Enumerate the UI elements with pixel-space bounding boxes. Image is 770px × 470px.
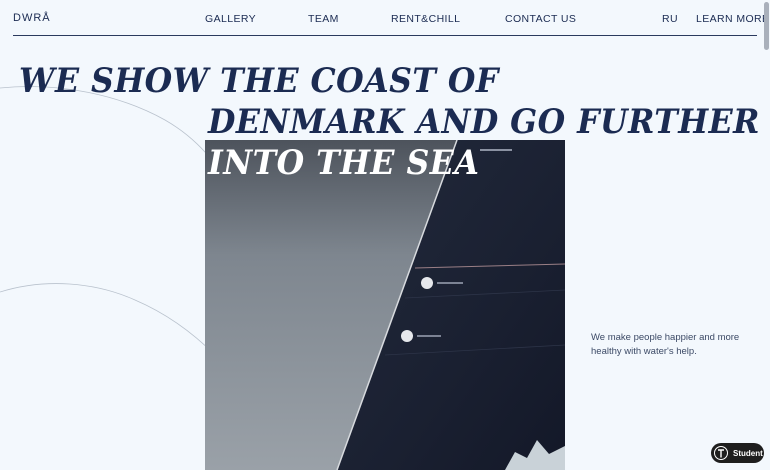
nav-contact-us-link[interactable]: CONTACT US bbox=[505, 13, 576, 25]
site-header: DWRÅ GALLERY TEAM RENT&CHILL CONTACT US … bbox=[0, 0, 770, 36]
learn-more-link[interactable]: LEARN MORE bbox=[696, 13, 769, 25]
hero-headline-line-3: INTO THE SEA bbox=[208, 143, 480, 183]
nav-rent-chill-link[interactable]: RENT&CHILL bbox=[391, 13, 460, 25]
nav-gallery-link[interactable]: GALLERY bbox=[205, 13, 256, 25]
student-badge-label: Student bbox=[733, 448, 763, 458]
hero-sail-photo bbox=[205, 140, 565, 470]
nav-team-link[interactable]: TEAM bbox=[308, 13, 339, 25]
page-scrollbar[interactable] bbox=[763, 0, 770, 470]
header-divider bbox=[13, 35, 757, 36]
language-switch-link[interactable]: RU bbox=[662, 13, 678, 25]
hero-headline-line-1: WE SHOW THE COAST OF bbox=[19, 61, 499, 101]
scrollbar-thumb[interactable] bbox=[764, 2, 769, 50]
tumblr-t-icon bbox=[714, 446, 728, 460]
hero-headline-line-2: DENMARK AND GO FURTHER bbox=[208, 102, 760, 142]
student-badge-button[interactable]: Student bbox=[711, 443, 764, 463]
site-logo[interactable]: DWRÅ bbox=[13, 12, 51, 24]
hero-tagline: We make people happier and more healthy … bbox=[591, 332, 740, 357]
